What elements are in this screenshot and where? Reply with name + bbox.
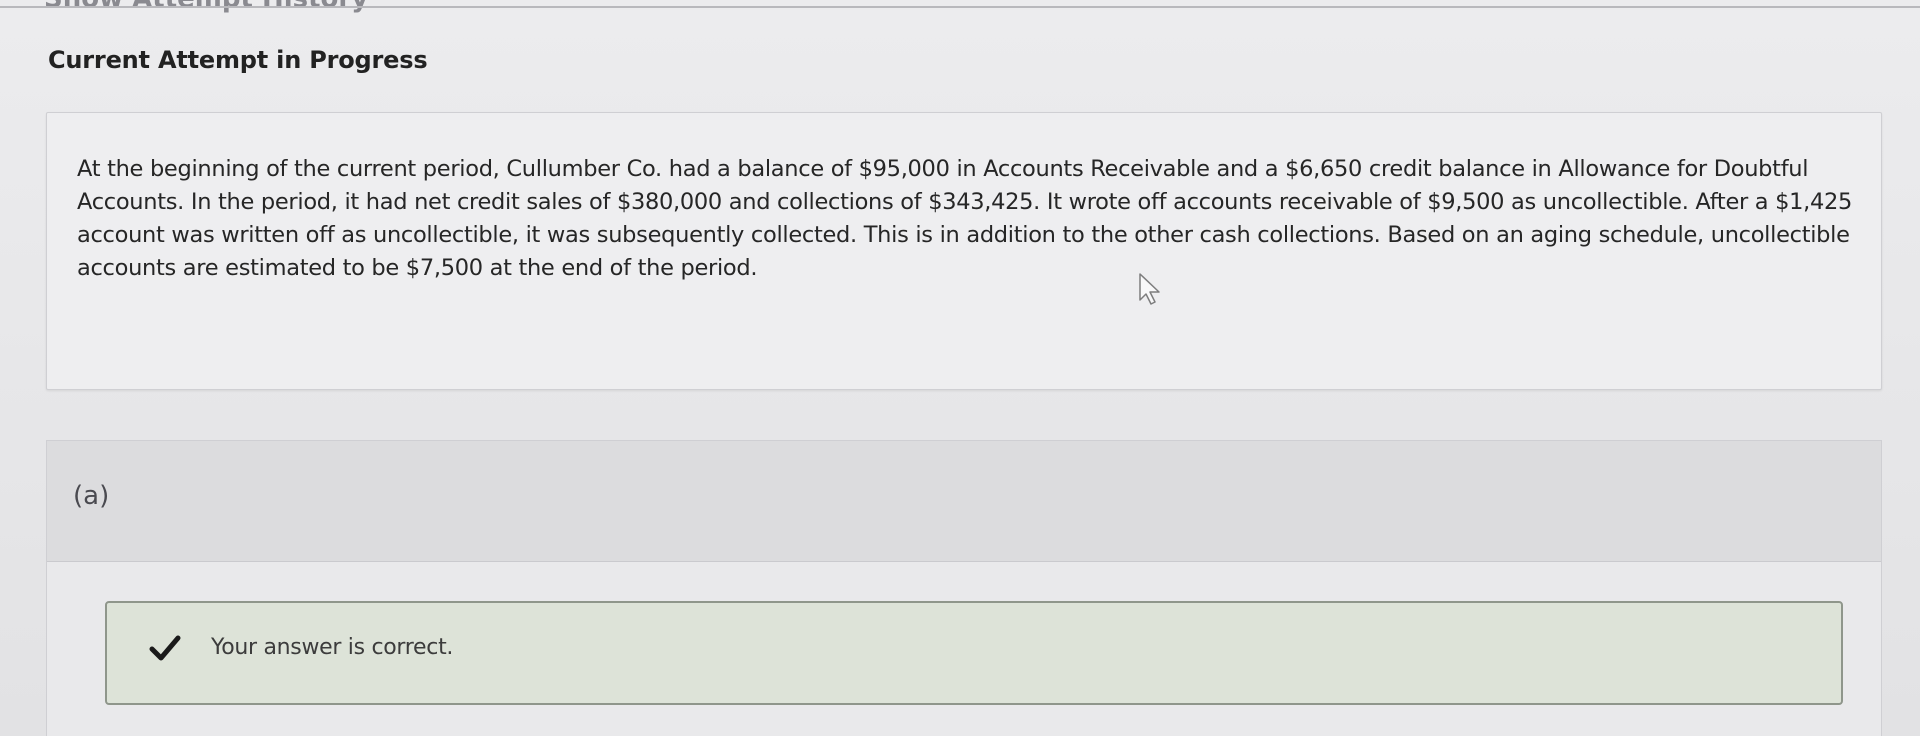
answer-feedback-box: Your answer is correct. [105,601,1843,705]
top-divider [0,6,1920,8]
assignment-page: Show Attempt History Current Attempt in … [0,0,1920,736]
part-label: (a) [73,481,110,511]
question-card: At the beginning of the current period, … [46,112,1882,390]
part-header[interactable]: (a) [47,441,1881,562]
mouse-cursor-icon [1139,273,1160,305]
question-text: At the beginning of the current period, … [77,156,1853,281]
feedback-message: Your answer is correct. [211,635,454,660]
checkmark-icon [149,635,181,661]
question-part-a: (a) Your answer is correct. [46,440,1882,736]
attempt-status-title: Current Attempt in Progress [48,46,428,74]
